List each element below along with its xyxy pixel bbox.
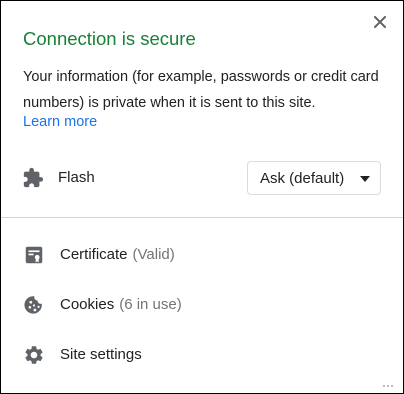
cookies-label: Cookies — [60, 296, 115, 313]
cookie-icon — [24, 296, 42, 314]
section-divider — [1, 217, 403, 218]
flash-select-value: Ask (default) — [260, 170, 345, 187]
cookies-item[interactable]: Cookies (6 in use) — [1, 285, 403, 325]
certificate-label: Certificate — [60, 246, 128, 263]
certificate-item[interactable]: Certificate (Valid) — [1, 235, 403, 275]
close-icon — [374, 16, 386, 28]
certificate-label-group: Certificate (Valid) — [60, 246, 175, 263]
certificate-icon — [25, 246, 43, 264]
site-settings-item[interactable]: Site settings — [1, 335, 403, 375]
cookies-status: (6 in use) — [119, 296, 182, 313]
learn-more-link[interactable]: Learn more — [23, 114, 97, 130]
page-info-popup: Connection is secure Your information (f… — [0, 0, 404, 394]
resize-grip-icon — [383, 385, 393, 387]
flash-permission-select[interactable]: Ask (default) — [247, 161, 381, 195]
gear-icon — [25, 346, 43, 364]
cookies-label-group: Cookies (6 in use) — [60, 296, 182, 313]
flash-label: Flash — [58, 169, 95, 186]
dropdown-arrow-icon — [360, 176, 370, 182]
site-settings-label: Site settings — [60, 346, 142, 363]
close-button[interactable] — [371, 13, 389, 31]
certificate-status: (Valid) — [132, 246, 175, 263]
connection-description: Your information (for example, passwords… — [23, 69, 379, 111]
flash-permission-row: Flash Ask (default) — [1, 161, 403, 197]
puzzle-icon — [23, 167, 44, 188]
connection-status-title: Connection is secure — [23, 28, 196, 49]
